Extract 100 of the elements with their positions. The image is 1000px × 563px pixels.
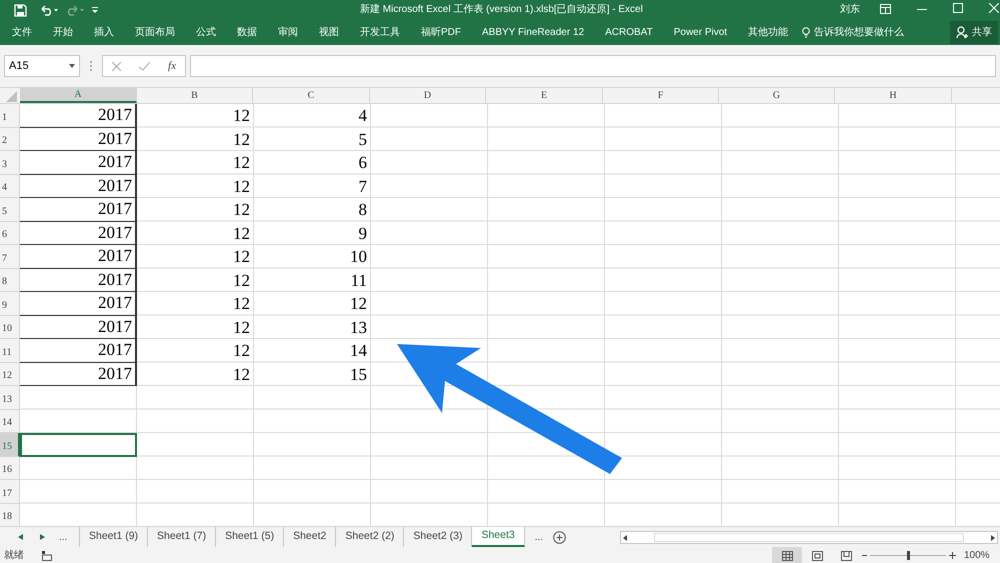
share-button[interactable]: 共享: [950, 21, 998, 44]
table-cell: 2017: [20, 104, 137, 128]
row-header[interactable]: 17: [0, 480, 20, 504]
ribbon-tab[interactable]: 福昕PDF: [421, 25, 461, 40]
ribbon-display-icon[interactable]: [880, 4, 891, 14]
column-header[interactable]: D: [370, 88, 486, 103]
zoom-slider-thumb[interactable]: [906, 551, 910, 560]
page-break-icon[interactable]: [841, 550, 852, 560]
table-cell-text: 12: [232, 105, 251, 127]
row-header[interactable]: 14: [0, 410, 20, 433]
horizontal-scrollbar[interactable]: [620, 531, 998, 544]
scroll-left-icon[interactable]: [623, 534, 627, 540]
table-cell: 2017: [20, 339, 137, 362]
row-header[interactable]: 1: [0, 104, 20, 128]
table-cell-text: 12: [232, 199, 251, 221]
table-cell-text: 12: [232, 293, 251, 315]
table-cell: 2017: [20, 198, 137, 222]
ribbon-tab[interactable]: ACROBAT: [605, 25, 653, 40]
table-cell-text: 12: [349, 293, 368, 315]
tell-me-field[interactable]: 告诉我你想要做什么: [814, 25, 904, 40]
table-cell: 2017: [20, 316, 137, 339]
column-header[interactable]: E: [486, 88, 603, 103]
scrollbar-thumb[interactable]: [654, 533, 964, 542]
zoom-slider[interactable]: [870, 551, 946, 560]
table-cell-text: 12: [232, 128, 251, 150]
table-cell-text: 8: [358, 199, 368, 221]
column-header[interactable]: G: [719, 88, 835, 103]
row-header[interactable]: 4: [0, 174, 20, 198]
table-cell-text: 12: [232, 270, 251, 292]
row-header[interactable]: 15: [0, 433, 20, 456]
scroll-left-icon[interactable]: [18, 534, 23, 540]
column-header[interactable]: F: [603, 88, 719, 103]
table-cell-text: 10: [349, 246, 368, 268]
ribbon-tab[interactable]: 开发工具: [360, 25, 400, 40]
name-box[interactable]: A15: [4, 55, 80, 77]
ribbon-tab[interactable]: 审阅: [278, 25, 298, 40]
sheet-tab[interactable]: Sheet3: [472, 527, 525, 547]
insert-function-button[interactable]: fx: [168, 58, 176, 74]
user-name: 刘东: [840, 2, 860, 17]
table-cell-text: 6: [358, 152, 368, 174]
ribbon-tab[interactable]: 视图: [319, 25, 339, 40]
row-header[interactable]: 9: [0, 292, 20, 316]
formula-input[interactable]: [190, 55, 996, 77]
zoom-in-icon[interactable]: [949, 552, 956, 559]
row-header[interactable]: 8: [0, 268, 20, 292]
table-cell-text: 12: [232, 246, 251, 268]
zoom-out-icon[interactable]: [862, 554, 867, 557]
column-header[interactable]: B: [137, 88, 253, 103]
table-cell: 2017: [20, 292, 137, 316]
table-cell: 2017: [20, 222, 137, 245]
worksheet-grid[interactable]: 2017 12 4 2017 12 5 2017 12 6 2017 12 7 2017 12 8 2017 12 9 2017 12 10 2017 12 11 2017 12 12 2017 12 13 2017 12 14 2017 12 15: [20, 104, 1000, 526]
table-cell-text: 13: [349, 316, 368, 338]
table-cell-text: 5: [358, 128, 368, 150]
page-layout-icon[interactable]: [812, 550, 823, 560]
row-header[interactable]: 3: [0, 151, 20, 174]
scroll-right-icon[interactable]: [40, 534, 45, 540]
ribbon-tab[interactable]: 其他功能: [748, 25, 788, 40]
ribbon-tab[interactable]: ABBYY FineReader 12: [482, 25, 584, 40]
maximize-icon[interactable]: [953, 3, 963, 13]
close-icon[interactable]: [989, 3, 999, 13]
row-header[interactable]: 11: [0, 339, 20, 362]
table-cell-text: 7: [358, 176, 368, 198]
column-header[interactable]: H: [835, 88, 952, 103]
more-sheets-button[interactable]: ...: [534, 530, 544, 544]
row-header[interactable]: 18: [0, 504, 20, 526]
ribbon-tab[interactable]: 公式: [196, 25, 216, 40]
ribbon-tab[interactable]: 数据: [237, 25, 257, 40]
customize-icon[interactable]: [91, 6, 99, 14]
ribbon-tab[interactable]: 开始: [53, 25, 73, 40]
row-header[interactable]: 10: [0, 316, 20, 339]
save-icon[interactable]: [14, 4, 27, 16]
table-cell-text: 11: [350, 270, 368, 292]
row-header[interactable]: 13: [0, 386, 20, 410]
ribbon-tab[interactable]: 页面布局: [135, 25, 175, 40]
row-header[interactable]: 2: [0, 128, 20, 151]
table-cell-text: 9: [358, 222, 368, 244]
column-header[interactable]: C: [253, 88, 370, 103]
undo-icon[interactable]: [39, 4, 59, 16]
zoom-level[interactable]: 100%: [964, 548, 990, 563]
row-header[interactable]: 16: [0, 456, 20, 480]
row-header[interactable]: 6: [0, 222, 20, 245]
normal-view-button[interactable]: [772, 547, 802, 563]
table-cell: 2017: [20, 362, 137, 386]
column-header[interactable]: A: [20, 88, 137, 103]
scroll-right-icon[interactable]: [991, 534, 995, 540]
add-sheet-icon[interactable]: [553, 530, 566, 544]
ribbon-tab[interactable]: Power Pivot: [674, 25, 728, 40]
grid-icon: [782, 550, 792, 560]
table-cell-text: 12: [232, 340, 251, 362]
row-header[interactable]: 12: [0, 362, 20, 386]
selected-cell[interactable]: [20, 433, 137, 456]
row-header[interactable]: 5: [0, 198, 20, 222]
row-header[interactable]: 7: [0, 245, 20, 268]
macro-record-icon[interactable]: [42, 550, 52, 560]
table-cell: 2017: [20, 268, 137, 292]
person-icon: [956, 26, 969, 39]
ribbon-tab[interactable]: 插入: [94, 25, 114, 40]
ribbon-tab[interactable]: 文件: [12, 25, 32, 40]
check-icon[interactable]: [139, 62, 150, 70]
more-sheets-button[interactable]: ...: [59, 530, 75, 544]
